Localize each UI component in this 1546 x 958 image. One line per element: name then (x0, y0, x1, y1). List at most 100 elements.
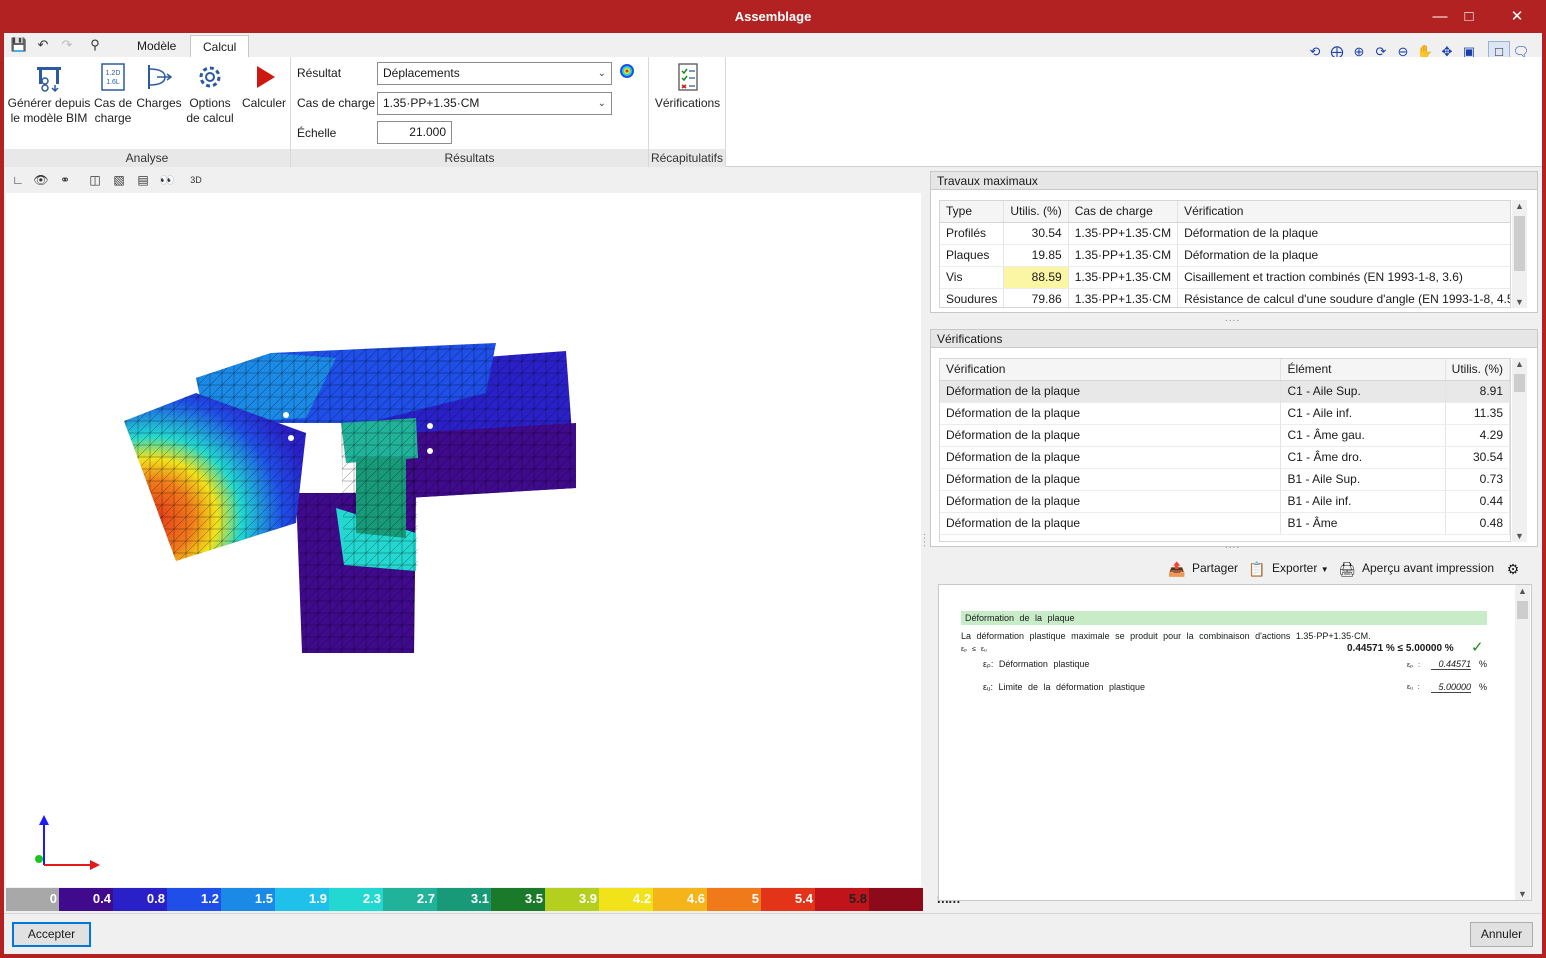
view-top-icon[interactable]: ▤ (134, 171, 152, 189)
scroll-up-icon[interactable]: ▲ (1512, 359, 1527, 369)
search-icon[interactable]: ⚲ (86, 36, 104, 54)
view-side-icon[interactable]: ▧ (110, 171, 128, 189)
col-load-case[interactable]: Cas de charge (1068, 201, 1179, 223)
legend-label: 5.4 (794, 891, 813, 906)
load-cases-button[interactable]: 1.2D 1.6L Cas de charge (92, 61, 134, 126)
cell-type: Soudures (940, 288, 1005, 307)
load-case-select[interactable]: 1.35·PP+1.35·CM ⌄ (377, 92, 612, 115)
cell-utilis: 88.59 (1003, 266, 1069, 289)
legend-segment (869, 888, 923, 911)
table-row[interactable]: Déformation de la plaque B1 - Aile Sup. 0.… (940, 468, 1510, 491)
share-button[interactable]: 📤 Partager (1168, 560, 1238, 578)
vertical-splitter-handle[interactable]: .... (921, 533, 932, 548)
cell-element: B1 - Aile Sup. (1280, 468, 1446, 491)
splitter-handle[interactable]: .... (1225, 540, 1240, 551)
legend-label: 4.2 (632, 891, 651, 906)
close-button[interactable]: ✕ (1502, 6, 1532, 28)
scrollbar-thumb[interactable] (1517, 601, 1528, 619)
col-element[interactable]: Élément (1280, 359, 1446, 381)
legend-label: 1.5 (254, 891, 273, 906)
minimize-button[interactable]: — (1425, 6, 1455, 28)
cell-utilis: 19.85 (1003, 244, 1069, 267)
svg-text:1.6L: 1.6L (106, 79, 120, 86)
maximize-button[interactable]: □ (1454, 6, 1484, 28)
verifications-button[interactable]: Vérifications (651, 61, 724, 111)
tab-calcul[interactable]: Calcul (190, 35, 250, 57)
scale-input[interactable]: 21.000 (377, 121, 452, 144)
cell-type: Vis (940, 266, 1005, 289)
report-row1-symbol: εₚ : (1407, 662, 1421, 669)
table-row[interactable]: Déformation de la plaque C1 - Âme dro. 30.… (940, 446, 1510, 469)
color-map-icon[interactable] (619, 63, 635, 79)
cell-load-case: 1.35·PP+1.35·CM (1068, 266, 1179, 289)
cancel-button[interactable]: Annuler (1470, 922, 1533, 947)
group-recap-label: Récapitulatifs (649, 149, 725, 167)
ribbon: Générer depuis le modèle BIM 1.2D 1.6L Ca… (4, 57, 1542, 167)
hide-eye-icon[interactable]: 👀 (158, 171, 176, 189)
loads-button[interactable]: Charges (135, 61, 183, 111)
cell-verification: Résistance de calcul d'une soudure d'ang… (1177, 288, 1510, 307)
result-select[interactable]: Déplacements ⌄ (377, 62, 612, 85)
col-verification[interactable]: Vérification (1177, 201, 1510, 223)
col-type[interactable]: Type (940, 201, 1005, 223)
scroll-up-icon[interactable]: ▲ (1515, 586, 1530, 596)
max-work-scrollbar[interactable]: ▲ ▼ (1512, 200, 1527, 308)
scroll-up-icon[interactable]: ▲ (1512, 201, 1527, 211)
export-button[interactable]: 📋 Exporter ▼ (1248, 560, 1329, 578)
calc-options-button[interactable]: Options de calcul (184, 61, 236, 126)
report-row1-value: 0.44571 (1431, 659, 1471, 670)
col-utilis[interactable]: Utilis. (%) (1445, 359, 1510, 381)
cell-element: C1 - Aile inf. (1280, 402, 1446, 425)
3d-view-icon[interactable]: 3D (187, 171, 205, 189)
share-label: Partager (1192, 561, 1239, 576)
scrollbar-thumb[interactable] (1514, 374, 1525, 392)
save-icon[interactable]: 💾 (10, 36, 28, 54)
report-settings-button[interactable]: ⚙ (1504, 560, 1528, 578)
calculate-button[interactable]: Calculer (238, 61, 290, 111)
table-row[interactable]: Soudures 79.86 1.35·PP+1.35·CM Résistance d… (940, 288, 1510, 307)
scrollbar-thumb[interactable] (1514, 216, 1525, 271)
cell-verification: Déformation de la plaque (940, 446, 1282, 469)
report-row2-label: εᵤ: Limite de la déformation plastique (983, 682, 1146, 692)
redo-icon[interactable]: ↷ (58, 36, 76, 54)
accept-button[interactable]: Accepter (12, 922, 91, 947)
cell-verification: Déformation de la plaque (940, 490, 1282, 513)
scroll-down-icon[interactable]: ▼ (1512, 297, 1527, 307)
view-front-icon[interactable]: ◫ (86, 171, 104, 189)
visibility-icon[interactable]: ⚭ (56, 171, 74, 189)
generate-bim-button[interactable]: Générer depuis le modèle BIM (6, 61, 92, 126)
tab-modele[interactable]: Modèle (125, 35, 188, 57)
show-eye-icon[interactable]: 👁 (32, 171, 50, 189)
scroll-down-icon[interactable]: ▼ (1512, 531, 1527, 541)
result-select-value: Déplacements (383, 66, 460, 80)
verifications-scrollbar[interactable]: ▲ ▼ (1512, 358, 1527, 542)
table-row[interactable]: Plaques 19.85 1.35·PP+1.35·CM Déformation d… (940, 244, 1510, 267)
table-row[interactable]: Déformation de la plaque B1 - Âme 0.48 (940, 512, 1510, 535)
print-preview-button[interactable]: 🖨 Aperçu avant impression (1338, 560, 1494, 578)
legend-label: 5 (751, 891, 759, 906)
col-verification[interactable]: Vérification (940, 359, 1282, 381)
generate-bim-label-2: le modèle BIM (10, 111, 88, 125)
splitter-handle[interactable]: .... (1225, 313, 1240, 324)
dropdown-arrow-icon: ▼ (1320, 565, 1329, 575)
undo-icon[interactable]: ↶ (34, 36, 52, 54)
scroll-down-icon[interactable]: ▼ (1515, 889, 1530, 899)
col-utilis[interactable]: Utilis. (%) (1003, 201, 1069, 223)
table-row[interactable]: Vis 88.59 1.35·PP+1.35·CM Cisaillement et t… (940, 266, 1510, 289)
table-row[interactable]: Déformation de la plaque C1 - Aile Sup. 8.… (940, 380, 1510, 403)
table-row[interactable]: Profilés 30.54 1.35·PP+1.35·CM Déformation … (940, 222, 1510, 245)
axes-icon[interactable]: ∟ (9, 171, 27, 189)
table-row[interactable]: Déformation de la plaque C1 - Aile inf. 11… (940, 402, 1510, 425)
cell-utilis: 8.91 (1445, 380, 1510, 403)
3d-viewport[interactable] (6, 193, 921, 887)
cell-element: C1 - Aile Sup. (1280, 380, 1446, 403)
table-row[interactable]: Déformation de la plaque C1 - Âme gau. 4.2… (940, 424, 1510, 447)
legend-label: 3.5 (524, 891, 543, 906)
report-row2-unit: % (1479, 682, 1488, 692)
generate-bim-label-1: Générer depuis (7, 96, 91, 110)
load-case-label: Cas de charge (297, 96, 376, 110)
cell-type: Profilés (940, 222, 1005, 245)
report-scrollbar[interactable]: ▲ ▼ (1515, 585, 1530, 900)
cell-utilis: 0.44 (1445, 490, 1510, 513)
table-row[interactable]: Déformation de la plaque B1 - Aile inf. 0.… (940, 490, 1510, 513)
